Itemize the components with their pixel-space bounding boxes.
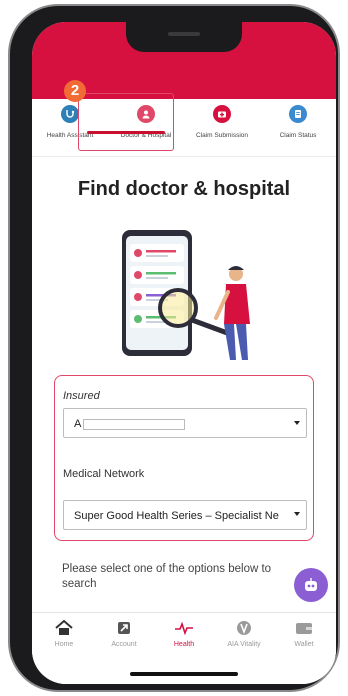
chevron-down-icon bbox=[294, 512, 300, 516]
insured-select[interactable]: A bbox=[63, 408, 307, 438]
home-icon bbox=[34, 619, 94, 637]
insured-value: A bbox=[74, 418, 82, 430]
robot-icon bbox=[305, 578, 317, 591]
tab-label: Claim Status bbox=[279, 132, 317, 139]
selected-tab-highlight bbox=[78, 93, 174, 151]
nav-aia-vitality[interactable]: AIA Vitality bbox=[214, 619, 274, 648]
search-form: Insured A Medical Network Super Good Hea… bbox=[54, 375, 314, 541]
phone-frame: Health Assistant Doctor & Hospital Claim… bbox=[8, 4, 340, 692]
tab-claim-submission[interactable]: Claim Submission bbox=[184, 101, 260, 153]
home-indicator bbox=[130, 672, 238, 676]
speaker bbox=[168, 32, 200, 36]
nav-label: Account bbox=[111, 641, 137, 648]
tab-label: Claim Submission bbox=[195, 132, 249, 139]
page-title: Find doctor & hospital bbox=[77, 178, 291, 200]
redacted-name bbox=[83, 418, 186, 430]
document-icon bbox=[289, 105, 307, 123]
network-select[interactable]: Super Good Health Series – Specialist Ne bbox=[63, 500, 307, 530]
network-value: Super Good Health Series – Specialist Ne bbox=[74, 510, 279, 522]
nav-wallet[interactable]: Wallet bbox=[274, 619, 334, 648]
wallet-icon bbox=[274, 619, 334, 637]
vitality-icon bbox=[214, 619, 274, 637]
notch bbox=[126, 22, 242, 52]
first-aid-icon bbox=[213, 105, 231, 123]
chatbot-button[interactable] bbox=[294, 568, 328, 602]
network-label: Medical Network bbox=[63, 468, 145, 480]
active-tab-underline bbox=[87, 131, 165, 134]
find-doctor-illustration bbox=[122, 230, 250, 360]
stethoscope-icon bbox=[61, 105, 79, 123]
nav-label: Home bbox=[54, 641, 74, 648]
heartbeat-icon bbox=[154, 619, 214, 637]
account-icon bbox=[94, 619, 154, 637]
nav-health[interactable]: Health bbox=[154, 619, 214, 648]
nav-account[interactable]: Account bbox=[94, 619, 154, 648]
search-hint: Please select one of the options below t… bbox=[62, 563, 272, 590]
nav-home[interactable]: Home bbox=[34, 619, 94, 648]
nav-label: Wallet bbox=[294, 641, 314, 648]
insured-label: Insured bbox=[63, 390, 100, 402]
tab-claim-status[interactable]: Claim Status bbox=[260, 101, 336, 153]
step-badge: 2 bbox=[64, 80, 86, 102]
chevron-down-icon bbox=[294, 421, 300, 425]
nav-label: Health bbox=[173, 641, 195, 648]
nav-label: AIA Vitality bbox=[227, 641, 261, 648]
